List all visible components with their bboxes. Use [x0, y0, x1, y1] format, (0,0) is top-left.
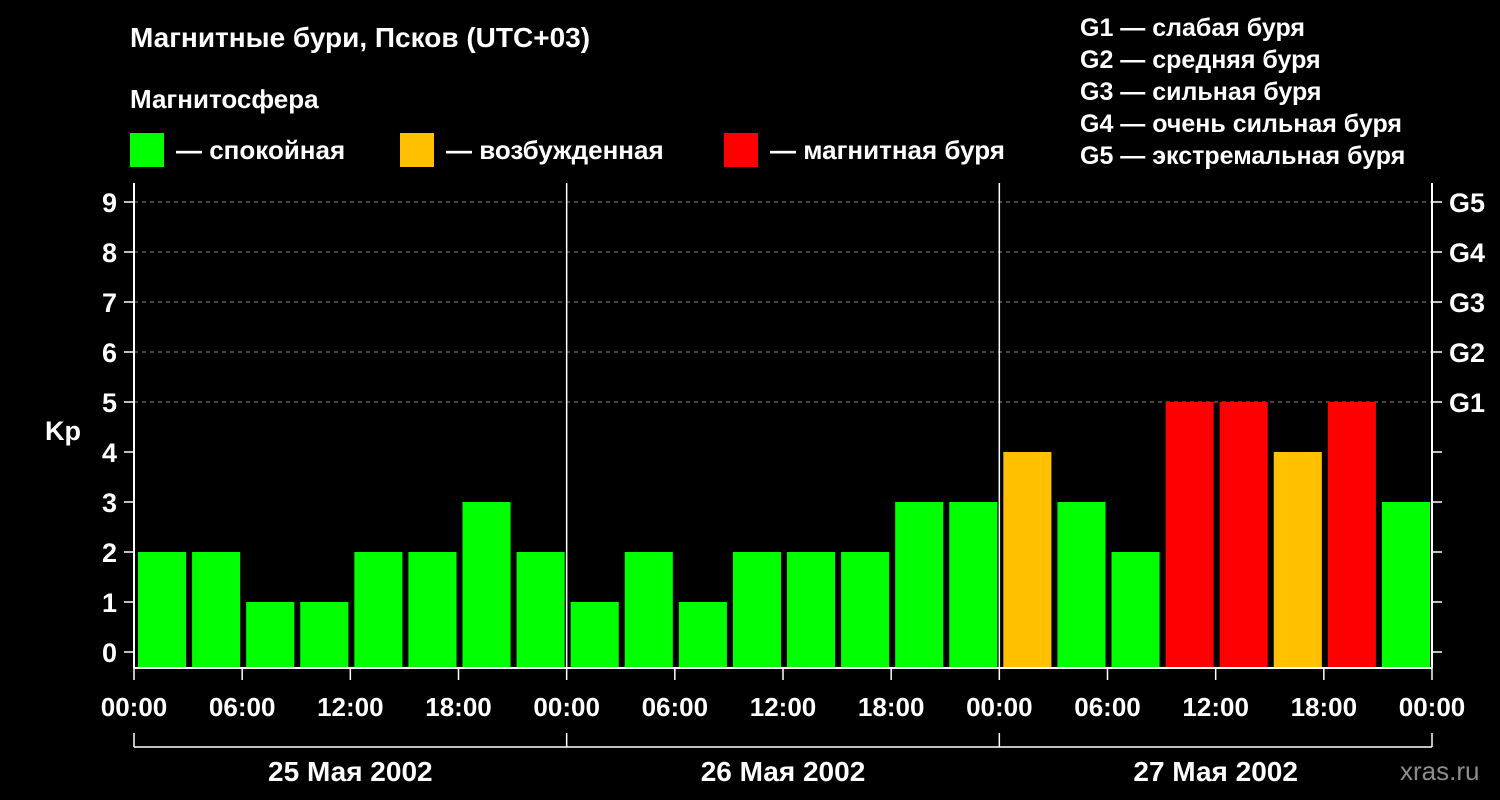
right-axis-label: G2: [1449, 338, 1485, 368]
right-axis-label: G5: [1449, 188, 1485, 218]
kp-bar: [624, 552, 673, 668]
y-tick-label: 0: [102, 638, 117, 668]
x-tick-label: 12:00: [750, 692, 817, 722]
g-legend-g4: G4 — очень сильная буря: [1080, 110, 1402, 138]
x-tick-label: 06:00: [642, 692, 709, 722]
y-axis-label: Kp: [45, 416, 81, 446]
y-tick-label: 2: [102, 538, 117, 568]
x-tick-label: 12:00: [317, 692, 384, 722]
kp-bar: [1111, 552, 1160, 668]
right-axis-label: G4: [1449, 238, 1485, 268]
y-tick-label: 4: [102, 438, 117, 468]
x-tick-label: 00:00: [533, 692, 600, 722]
x-tick-label: 06:00: [1074, 692, 1141, 722]
x-tick-label: 18:00: [425, 692, 492, 722]
legend-swatch-quiet: [130, 133, 164, 167]
y-tick-label: 1: [102, 588, 117, 618]
kp-bar: [1327, 402, 1376, 668]
kp-bar: [192, 552, 241, 668]
legend-label-quiet: — спокойная: [176, 134, 346, 165]
x-tick-label: 12:00: [1182, 692, 1249, 722]
kp-bar: [1273, 452, 1322, 668]
kp-bar: [949, 502, 998, 668]
kp-bar: [462, 502, 511, 668]
kp-bar: [300, 602, 349, 668]
y-tick-label: 3: [102, 488, 117, 518]
y-tick-label: 8: [102, 238, 117, 268]
chart-title: Магнитные бури, Псков (UTC+03): [130, 22, 591, 53]
y-tick-label: 7: [102, 288, 117, 318]
legend-swatch-storm: [724, 133, 758, 167]
legend-title: Магнитосфера: [130, 84, 319, 114]
x-tick-label: 00:00: [1399, 692, 1466, 722]
kp-bar: [408, 552, 457, 668]
x-tick-label: 00:00: [101, 692, 168, 722]
x-tick-label: 18:00: [1291, 692, 1358, 722]
legend-item-quiet: — спокойная: [130, 133, 345, 167]
kp-bar: [1381, 502, 1430, 668]
kp-bar: [246, 602, 295, 668]
kp-bar: [570, 602, 619, 668]
kp-bar: [1219, 402, 1268, 668]
kp-bar: [895, 502, 944, 668]
g-legend-g3: G3 — сильная буря: [1080, 78, 1322, 106]
legend-swatch-unsettled: [400, 133, 434, 167]
legend-item-storm: — магнитная буря: [724, 133, 1005, 167]
kp-bar: [678, 602, 727, 668]
y-tick-label: 5: [102, 388, 117, 418]
g-legend-g1: G1 — слабая буря: [1080, 14, 1306, 42]
legend-label-unsettled: — возбужденная: [446, 134, 664, 165]
g-legend-g5: G5 — экстремальная буря: [1080, 142, 1406, 170]
legend-label-storm: — магнитная буря: [770, 134, 1005, 165]
g-legend-g2: G2 — средняя буря: [1080, 46, 1321, 74]
kp-bar: [732, 552, 781, 668]
right-axis-label: G1: [1449, 388, 1485, 418]
y-tick-label: 9: [102, 188, 117, 218]
kp-bar: [841, 552, 890, 668]
kp-bar: [1003, 452, 1052, 668]
kp-bar: [1057, 502, 1106, 668]
kp-bar: [138, 552, 187, 668]
kp-bar: [516, 552, 565, 668]
x-tick-label: 06:00: [209, 692, 276, 722]
x-tick-label: 18:00: [858, 692, 925, 722]
day-label: 27 Мая 2002: [1133, 756, 1298, 787]
kp-bar: [787, 552, 836, 668]
day-label: 25 Мая 2002: [268, 756, 433, 787]
y-tick-label: 6: [102, 338, 117, 368]
right-axis-label: G3: [1449, 288, 1485, 318]
kp-bar: [354, 552, 403, 668]
watermark: xras.ru: [1400, 756, 1480, 786]
kp-bar: [1165, 402, 1214, 668]
x-tick-label: 00:00: [966, 692, 1033, 722]
day-label: 26 Мая 2002: [701, 756, 866, 787]
legend-item-unsettled: — возбужденная: [400, 133, 664, 167]
